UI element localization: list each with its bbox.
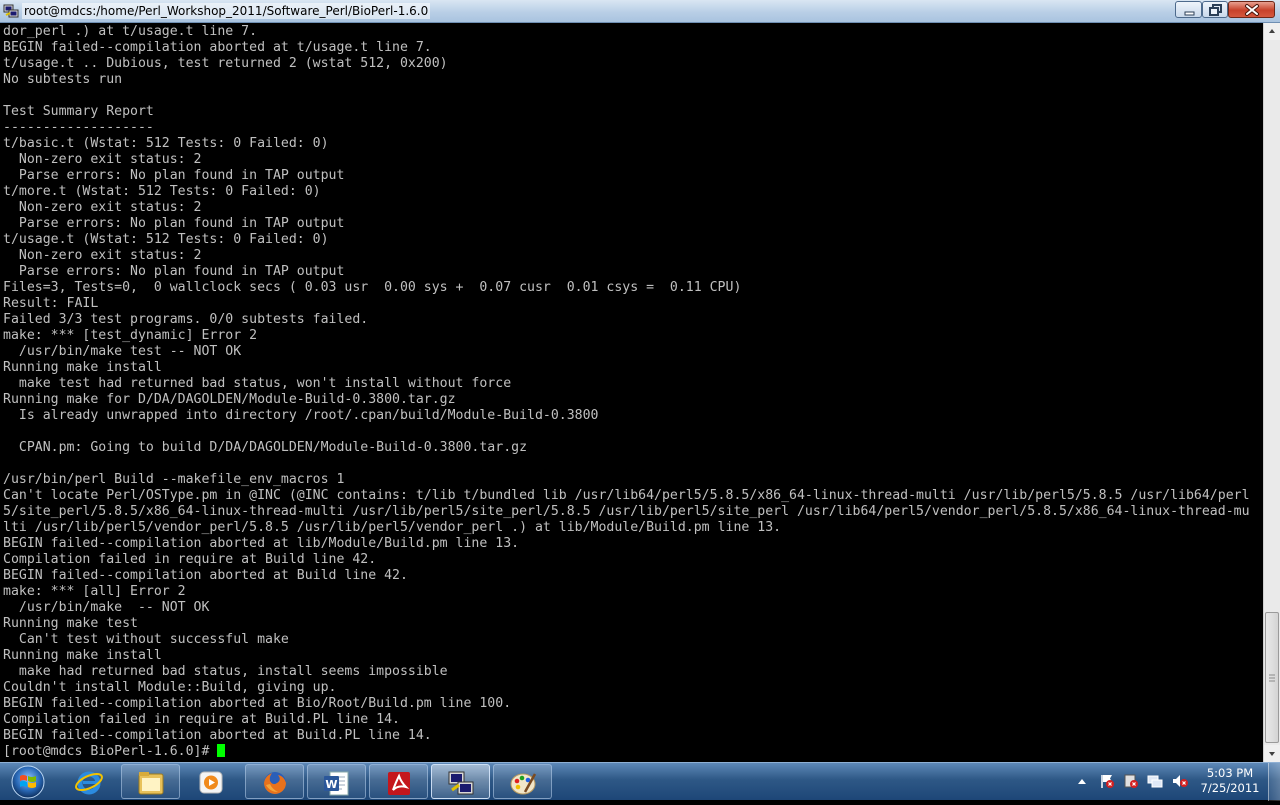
putty-icon	[448, 771, 474, 795]
terminal-lines: dor_perl .) at t/usage.t line 7. BEGIN f…	[3, 24, 1250, 743]
system-clock[interactable]: 5:03 PM 7/25/2011	[1190, 766, 1270, 796]
window-title: root@mdcs:/home/Perl_Workshop_2011/Softw…	[22, 3, 431, 19]
terminal-line: Non-zero exit status: 2	[18, 248, 202, 263]
terminal-line: Running make test	[3, 616, 138, 631]
close-button[interactable]	[1228, 1, 1275, 18]
arrow-up-icon	[1269, 29, 1275, 33]
action-center-flag-icon[interactable]	[1099, 773, 1115, 789]
word-icon: W	[324, 771, 349, 796]
clock-date: 7/25/2011	[1200, 781, 1260, 795]
terminal-line: CPAN.pm: Going to build D/DA/DAGOLDEN/Mo…	[18, 440, 528, 455]
volume-muted-icon[interactable]	[1171, 773, 1189, 789]
terminal-line: make: *** [all] Error 2	[3, 584, 186, 599]
svg-text:W: W	[325, 778, 337, 791]
terminal-line: Non-zero exit status: 2	[18, 200, 202, 215]
terminal-line: BEGIN failed--compilation aborted at t/u…	[3, 40, 432, 55]
terminal-line: Failed 3/3 test programs. 0/0 subtests f…	[3, 312, 369, 327]
scroll-down-button[interactable]	[1264, 745, 1280, 762]
terminal-line: make test had returned bad status, won't…	[18, 376, 512, 391]
minimize-button[interactable]	[1175, 1, 1202, 18]
taskbar-firefox[interactable]	[245, 764, 304, 799]
terminal-line: BEGIN failed--compilation aborted at Bui…	[3, 728, 432, 743]
terminal-line: Running make for D/DA/DAGOLDEN/Module-Bu…	[3, 392, 456, 407]
title-bar[interactable]: root@mdcs:/home/Perl_Workshop_2011/Softw…	[0, 0, 1280, 23]
taskbar-internet-explorer[interactable]	[60, 764, 119, 799]
restore-icon	[1209, 4, 1222, 16]
terminal-line: /usr/bin/perl Build --makefile_env_macro…	[3, 472, 345, 487]
terminal-line: BEGIN failed--compilation aborted at Bui…	[3, 568, 408, 583]
terminal-line: Parse errors: No plan found in TAP outpu…	[18, 264, 345, 279]
taskbar-windows-explorer[interactable]	[121, 764, 180, 799]
terminal-line: lti /usr/lib/perl5/vendor_perl/5.8.5 /us…	[3, 520, 782, 535]
terminal-line: Compilation failed in require at Build.P…	[3, 712, 400, 727]
terminal-text: dor_perl .) at t/usage.t line 7. BEGIN f…	[0, 23, 1263, 760]
firefox-icon	[264, 772, 286, 794]
clock-time: 5:03 PM	[1206, 766, 1254, 780]
terminal-line: BEGIN failed--compilation aborted at lib…	[3, 536, 520, 551]
terminal-line: -------------------	[3, 120, 154, 135]
windows-explorer-icon	[138, 772, 164, 795]
terminal-line: t/usage.t (Wstat: 512 Tests: 0 Failed: 0…	[3, 232, 329, 247]
terminal-line: Result: FAIL	[3, 296, 99, 311]
terminal-line: make had returned bad status, install se…	[18, 664, 448, 679]
scrollbar-thumb[interactable]	[1265, 612, 1279, 743]
terminal-line: Running make install	[3, 360, 162, 375]
internet-explorer-icon	[75, 771, 103, 795]
terminal-line: Is already unwrapped into directory /roo…	[18, 408, 599, 423]
taskbar-adobe-reader[interactable]	[369, 764, 428, 799]
terminal-line: Files=3, Tests=0, 0 wallclock secs ( 0.0…	[3, 280, 742, 295]
terminal-line: Can't locate Perl/OSType.pm in @INC (@IN…	[3, 488, 1250, 503]
restore-button[interactable]	[1202, 1, 1228, 18]
terminal-line: t/usage.t .. Dubious, test returned 2 (w…	[3, 56, 448, 71]
terminal-line: Parse errors: No plan found in TAP outpu…	[18, 168, 345, 183]
terminal-output[interactable]: dor_perl .) at t/usage.t line 7. BEGIN f…	[0, 23, 1263, 762]
terminal-line: Can't test without successful make	[18, 632, 289, 647]
text-cursor	[217, 744, 226, 757]
terminal-line: 5/site_perl/5.8.5/x86_64-linux-thread-mu…	[3, 504, 1250, 519]
terminal-window: root@mdcs:/home/Perl_Workshop_2011/Softw…	[0, 0, 1280, 762]
terminal-line: Parse errors: No plan found in TAP outpu…	[18, 216, 345, 231]
paint-icon	[510, 773, 537, 795]
arrow-down-icon	[1269, 752, 1275, 756]
scroll-up-button[interactable]	[1264, 23, 1280, 40]
taskbar-media-player[interactable]	[182, 764, 241, 799]
terminal-line: Test Summary Report	[3, 104, 154, 119]
minimize-icon	[1184, 11, 1195, 16]
network-icon[interactable]	[1147, 773, 1163, 789]
terminal-line: Running make install	[3, 648, 162, 663]
terminal-line: Compilation failed in require at Build l…	[3, 552, 377, 567]
taskbar: W 5:03 PM 7/25/2011	[0, 762, 1280, 801]
adobe-reader-icon	[388, 772, 410, 795]
terminal-line: BEGIN failed--compilation aborted at Bio…	[3, 696, 512, 711]
terminal-line: make: *** [test_dynamic] Error 2	[3, 328, 258, 343]
terminal-line: t/basic.t (Wstat: 512 Tests: 0 Failed: 0…	[3, 136, 329, 151]
terminal-line: /usr/bin/make -- NOT OK	[18, 600, 210, 615]
close-icon	[1245, 4, 1259, 16]
show-desktop-button[interactable]	[1268, 763, 1280, 801]
terminal-line: No subtests run	[3, 72, 123, 87]
taskbar-word[interactable]: W	[307, 764, 366, 799]
start-button[interactable]	[4, 764, 50, 800]
terminal-line: dor_perl .) at t/usage.t line 7.	[3, 24, 258, 39]
vertical-scrollbar[interactable]	[1263, 23, 1280, 762]
terminal-line: Couldn't install Module::Build, giving u…	[3, 680, 337, 695]
putty-icon[interactable]	[3, 3, 19, 19]
media-player-icon	[199, 771, 223, 794]
antivirus-alert-icon[interactable]	[1123, 773, 1139, 789]
taskbar-putty[interactable]	[431, 764, 490, 799]
taskbar-paint[interactable]	[493, 764, 552, 799]
terminal-line: t/more.t (Wstat: 512 Tests: 0 Failed: 0)	[3, 184, 321, 199]
grip-icon	[1269, 674, 1275, 682]
shell-prompt: [root@mdcs BioPerl-1.6.0]#	[3, 744, 210, 759]
terminal-line: Non-zero exit status: 2	[18, 152, 202, 167]
terminal-line: /usr/bin/make test -- NOT OK	[18, 344, 242, 359]
show-hidden-icons-icon[interactable]	[1076, 773, 1088, 789]
windows-logo-icon	[11, 765, 45, 799]
